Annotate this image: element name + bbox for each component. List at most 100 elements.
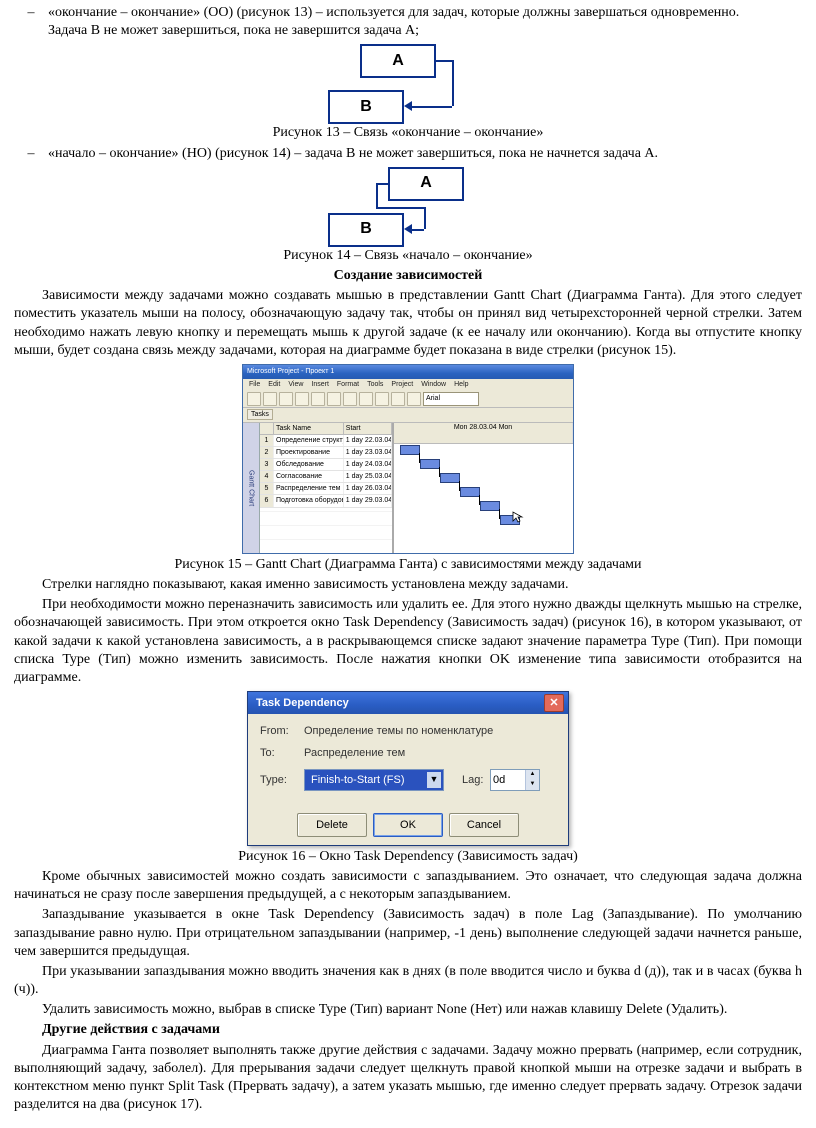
ok-button[interactable]: OK xyxy=(373,813,443,837)
tool-button[interactable] xyxy=(391,392,405,406)
menu-item[interactable]: Format xyxy=(337,380,359,389)
toolbar[interactable]: Arial xyxy=(243,391,573,408)
figure-14: A B Рисунок 14 – Связь «начало – окончан… xyxy=(14,167,802,265)
menu-item[interactable]: File xyxy=(249,380,260,389)
tool-button[interactable] xyxy=(263,392,277,406)
arrow-icon xyxy=(404,224,412,234)
sf-diagram: A B xyxy=(328,167,488,245)
gantt-bar[interactable] xyxy=(400,445,420,455)
gantt-link xyxy=(479,495,480,505)
menu-item[interactable]: Project xyxy=(391,380,413,389)
type-select[interactable]: Finish-to-Start (FS) ▼ xyxy=(304,769,444,791)
dialog-titlebar: Task Dependency ✕ xyxy=(248,692,568,714)
tab-strip: Tasks xyxy=(243,408,573,423)
menu-item[interactable]: Insert xyxy=(311,380,329,389)
task-a-box: A xyxy=(388,167,464,201)
heading-other-actions: Другие действия с задачами xyxy=(14,1021,802,1039)
lag-field[interactable] xyxy=(491,773,525,787)
col-start: Start xyxy=(344,423,392,434)
delete-button[interactable]: Delete xyxy=(297,813,367,837)
dash-icon: – xyxy=(14,4,48,40)
close-button[interactable]: ✕ xyxy=(544,694,564,712)
gantt-link xyxy=(459,481,460,491)
arrow-icon xyxy=(404,101,412,111)
paragraph: При необходимости можно переназначить за… xyxy=(14,596,802,687)
dialog-title: Task Dependency xyxy=(256,696,349,710)
tool-button[interactable] xyxy=(311,392,325,406)
menubar[interactable]: File Edit View Insert Format Tools Proje… xyxy=(243,379,573,391)
task-dependency-dialog: Task Dependency ✕ From: Определение темы… xyxy=(247,691,569,846)
col-name: Task Name xyxy=(274,423,344,434)
tab[interactable]: Tasks xyxy=(247,409,273,420)
task-table[interactable]: Task Name Start 1Определение структуры1 … xyxy=(260,423,394,553)
menu-item[interactable]: Tools xyxy=(367,380,383,389)
cancel-button[interactable]: Cancel xyxy=(449,813,519,837)
type-label: Type: xyxy=(260,773,304,787)
link-line xyxy=(452,60,454,106)
task-a-box: A xyxy=(360,44,436,78)
tool-button[interactable] xyxy=(407,392,421,406)
menu-item[interactable]: View xyxy=(288,380,303,389)
text: Задача B не может завершиться, пока не з… xyxy=(48,23,419,38)
spinner[interactable]: ▲▼ xyxy=(525,770,539,790)
lag-input[interactable]: ▲▼ xyxy=(490,769,540,791)
to-label: To: xyxy=(260,746,304,760)
lag-label: Lag: xyxy=(462,773,490,787)
view-bar[interactable]: Gantt Chart xyxy=(243,423,260,553)
link-line xyxy=(412,229,424,231)
figure-caption: Рисунок 16 – Окно Task Dependency (Завис… xyxy=(238,848,578,866)
paragraph: При указывании запаздывания можно вводит… xyxy=(14,963,802,999)
figure-caption: Рисунок 14 – Связь «начало – окончание» xyxy=(283,247,532,265)
tool-button[interactable] xyxy=(327,392,341,406)
table-header: Task Name Start xyxy=(260,423,392,435)
list-item-oo: – «окончание – окончание» (ОО) (рисунок … xyxy=(14,4,802,40)
gantt-bar[interactable] xyxy=(440,473,460,483)
paragraph: Кроме обычных зависимостей можно создать… xyxy=(14,868,802,904)
oo-diagram: A B xyxy=(328,44,488,122)
paragraph: Запаздывание указывается в окне Task Dep… xyxy=(14,906,802,961)
gantt-bar[interactable] xyxy=(480,501,500,511)
menu-item[interactable]: Window xyxy=(421,380,446,389)
text: «начало – окончание» (НО) (рисунок 14) –… xyxy=(48,145,802,163)
app-title: Microsoft Project - Проект 1 xyxy=(247,367,334,376)
tool-button[interactable] xyxy=(375,392,389,406)
paragraph: Зависимости между задачами можно создава… xyxy=(14,287,802,360)
gantt-bar[interactable] xyxy=(420,459,440,469)
msproject-window: Microsoft Project - Проект 1 File Edit V… xyxy=(242,364,574,554)
spin-down-icon[interactable]: ▼ xyxy=(526,780,539,790)
table-row[interactable]: 6Подготовка оборудования1 day 29.03.04 M… xyxy=(260,495,392,507)
to-value: Распределение тем xyxy=(304,746,405,760)
empty-rows xyxy=(260,508,392,553)
table-row[interactable]: 3Обследование1 day 24.03.04 Wed xyxy=(260,459,392,471)
menu-item[interactable]: Edit xyxy=(268,380,280,389)
timescale: Mon 28.03.04 Mon xyxy=(394,423,573,444)
spin-up-icon[interactable]: ▲ xyxy=(526,770,539,780)
task-b-box: B xyxy=(328,213,404,247)
col-num xyxy=(260,423,274,434)
cursor-icon xyxy=(512,511,524,523)
gantt-bar[interactable] xyxy=(460,487,480,497)
text: «окончание – окончание» (ОО) (рисунок 13… xyxy=(48,5,739,20)
font-select[interactable]: Arial xyxy=(423,392,479,406)
from-label: From: xyxy=(260,724,304,738)
table-row[interactable]: 4Согласование1 day 25.03.04 Thu xyxy=(260,471,392,483)
gantt-link xyxy=(419,453,420,463)
tool-button[interactable] xyxy=(247,392,261,406)
table-row[interactable]: 5Распределение тем1 day 26.03.04 Fri xyxy=(260,483,392,495)
heading-create-deps: Создание зависимостей xyxy=(14,267,802,285)
paragraph: Стрелки наглядно показывают, какая именн… xyxy=(14,576,802,594)
tool-button[interactable] xyxy=(279,392,293,406)
link-line xyxy=(376,183,378,207)
figure-13: A B Рисунок 13 – Связь «окончание – окон… xyxy=(14,44,802,142)
paragraph: Диаграмма Ганта позволяет выполнять такж… xyxy=(14,1042,802,1115)
table-row[interactable]: 2Проектирование1 day 23.03.04 Tue xyxy=(260,447,392,459)
tool-button[interactable] xyxy=(343,392,357,406)
tool-button[interactable] xyxy=(295,392,309,406)
tool-button[interactable] xyxy=(359,392,373,406)
table-row[interactable]: 1Определение структуры1 day 22.03.04 Mon xyxy=(260,435,392,447)
gantt-chart[interactable]: Mon 28.03.04 Mon xyxy=(394,423,573,553)
list-item-so: – «начало – окончание» (НО) (рисунок 14)… xyxy=(14,145,802,163)
menu-item[interactable]: Help xyxy=(454,380,468,389)
link-line xyxy=(412,106,452,108)
titlebar: Microsoft Project - Проект 1 xyxy=(243,365,573,379)
